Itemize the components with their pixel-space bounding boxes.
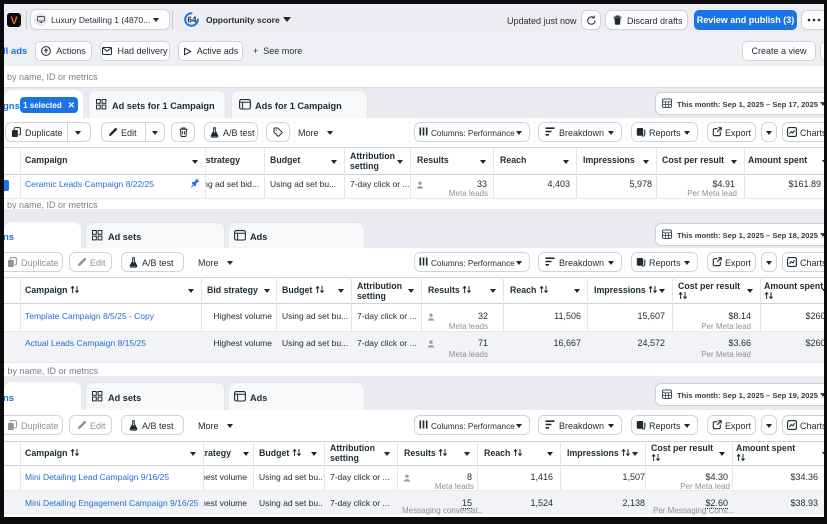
svg-text:V: V	[10, 15, 18, 27]
svg-text:64: 64	[188, 16, 197, 25]
